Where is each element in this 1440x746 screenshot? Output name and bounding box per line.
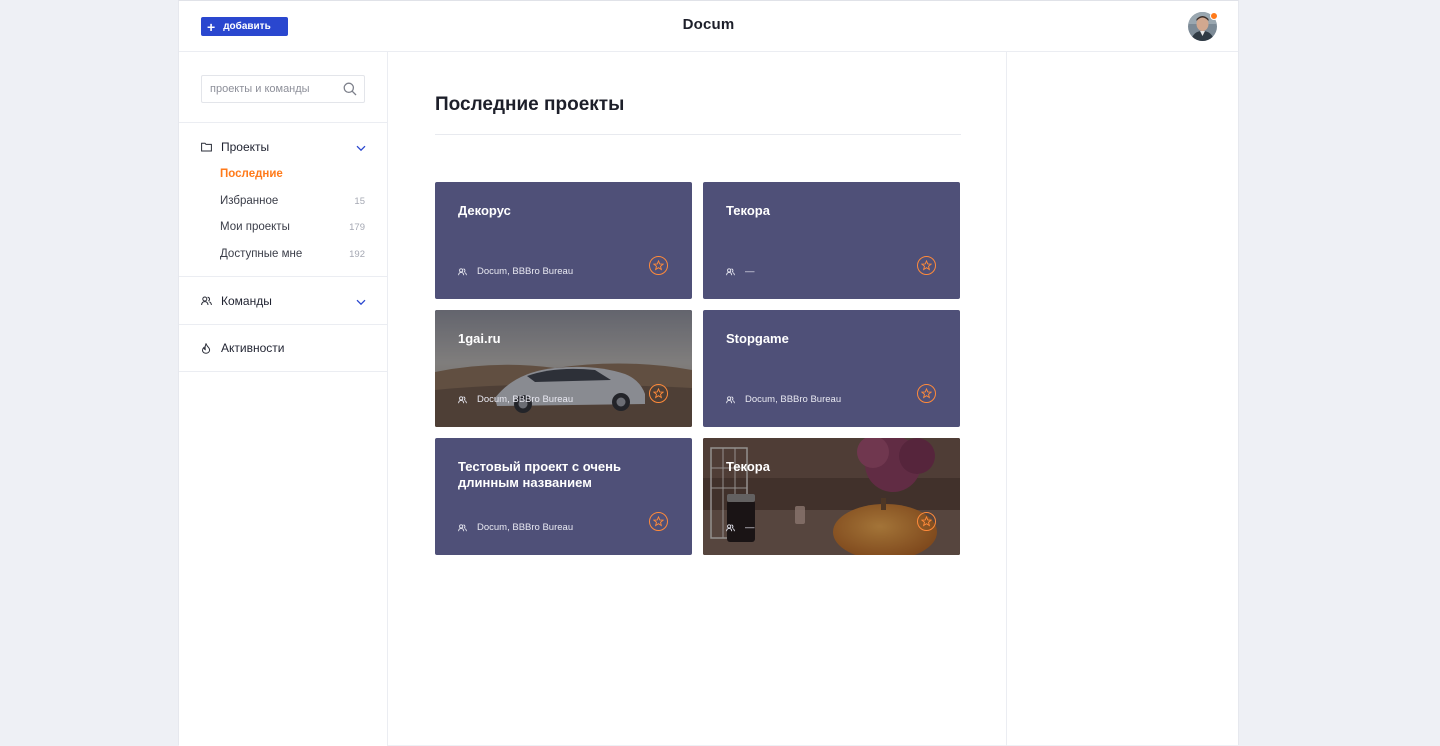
team-icon bbox=[458, 523, 467, 532]
card-overlay bbox=[435, 310, 692, 427]
sidebar-section-activity[interactable]: Активности bbox=[201, 339, 366, 357]
top-bar: + добавить Docum bbox=[179, 1, 1238, 52]
project-card-title: Тестовый проект с очень длинным название… bbox=[458, 459, 621, 490]
user-avatar[interactable] bbox=[1188, 12, 1218, 41]
project-card-teams: Docum, BBBro Bureau bbox=[458, 394, 573, 405]
chevron-down-icon[interactable] bbox=[356, 141, 366, 155]
favorite-star-button[interactable] bbox=[649, 512, 668, 531]
flame-icon bbox=[201, 342, 215, 354]
sidebar: Проекты Последние Избранное 15 Мои проек… bbox=[179, 52, 388, 746]
team-icon bbox=[458, 267, 467, 276]
favorite-star-button[interactable] bbox=[917, 384, 936, 403]
sidebar-section-projects[interactable]: Проекты bbox=[201, 138, 366, 156]
project-card-teams: Docum, BBBro Bureau bbox=[726, 394, 841, 405]
notification-dot bbox=[1210, 12, 1218, 20]
sidebar-divider bbox=[179, 122, 388, 123]
project-card[interactable]: Текора — bbox=[703, 182, 960, 299]
folder-icon bbox=[201, 142, 215, 152]
sidebar-section-teams[interactable]: Команды bbox=[201, 292, 366, 310]
star-icon bbox=[921, 260, 932, 271]
team-icon bbox=[726, 395, 735, 404]
project-card[interactable]: Тестовый проект с очень длинным название… bbox=[435, 438, 692, 555]
search-icon[interactable] bbox=[343, 82, 357, 101]
sidebar-divider bbox=[179, 276, 388, 277]
project-card-teams: — bbox=[726, 266, 755, 277]
project-card-title: Stopgame bbox=[726, 331, 789, 346]
sidebar-item-my-projects[interactable]: Мои проекты 179 bbox=[220, 219, 365, 235]
star-icon bbox=[653, 388, 664, 399]
chevron-down-icon[interactable] bbox=[356, 295, 366, 309]
sidebar-item-shared[interactable]: Доступные мне 192 bbox=[220, 246, 365, 262]
project-card-title: Декорус bbox=[458, 203, 511, 218]
project-card-teams: Docum, BBBro Bureau bbox=[458, 522, 573, 533]
brand-title: Docum bbox=[682, 16, 735, 33]
star-icon bbox=[653, 260, 664, 271]
favorite-star-button[interactable] bbox=[917, 512, 936, 531]
project-card[interactable]: Текора — bbox=[703, 438, 960, 555]
project-card-teams: Docum, BBBro Bureau bbox=[458, 266, 573, 277]
page-title: Последние проекты bbox=[435, 94, 625, 115]
title-divider bbox=[435, 134, 961, 135]
team-icon bbox=[201, 296, 215, 306]
star-icon bbox=[653, 516, 664, 527]
sidebar-divider bbox=[179, 371, 388, 372]
search-input[interactable] bbox=[210, 83, 336, 95]
favorite-star-button[interactable] bbox=[649, 256, 668, 275]
favorite-star-button[interactable] bbox=[917, 256, 936, 275]
sidebar-section-label: Активности bbox=[221, 341, 285, 355]
project-card-title: 1gai.ru bbox=[458, 331, 501, 346]
team-icon bbox=[726, 523, 735, 532]
sidebar-section-label: Команды bbox=[221, 294, 272, 308]
team-icon bbox=[458, 395, 467, 404]
project-card[interactable]: 1gai.ru Docum, BBBro Bureau bbox=[435, 310, 692, 427]
right-panel-divider bbox=[1006, 52, 1007, 746]
app-frame: + добавить Docum проекты и команды Проек… bbox=[178, 0, 1239, 746]
sidebar-item-recent[interactable]: Последние bbox=[220, 166, 365, 182]
team-icon bbox=[726, 267, 735, 276]
search-box bbox=[201, 75, 365, 103]
project-card-title: Текора bbox=[726, 203, 770, 218]
project-card[interactable]: Декорус Docum, BBBro Bureau bbox=[435, 182, 692, 299]
sidebar-section-label: Проекты bbox=[221, 140, 270, 154]
project-card[interactable]: Stopgame Docum, BBBro Bureau bbox=[703, 310, 960, 427]
star-icon bbox=[921, 388, 932, 399]
sidebar-divider bbox=[179, 324, 388, 325]
favorite-star-button[interactable] bbox=[649, 384, 668, 403]
card-overlay bbox=[703, 438, 960, 555]
star-icon bbox=[921, 516, 932, 527]
project-card-teams: — bbox=[726, 522, 755, 533]
sidebar-item-favorites[interactable]: Избранное 15 bbox=[220, 193, 365, 209]
project-card-title: Текора bbox=[726, 459, 770, 474]
